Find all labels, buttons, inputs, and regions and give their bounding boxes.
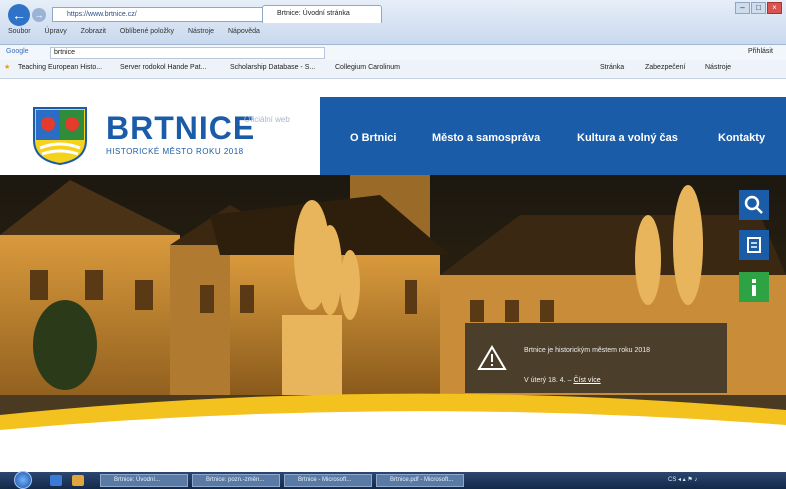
warning-icon (477, 345, 507, 370)
maximize-button[interactable]: □ (751, 2, 766, 14)
favorites-bar: ★ Teaching European Histo... Server rodo… (0, 60, 786, 79)
search-icon (744, 195, 763, 214)
info-icon (752, 279, 756, 296)
menu-item-tools[interactable]: Nástroje (188, 28, 214, 35)
favorites-star-icon[interactable]: ★ (4, 63, 10, 71)
taskbar-window[interactable]: Brtnice - Microsoft... (284, 474, 372, 487)
news-headline: Brtnice je historickým městem roku 2018 (524, 347, 651, 354)
address-bar[interactable]: https://www.brtnice.cz/ (52, 7, 267, 22)
sign-in-link[interactable]: Přihlásit (748, 48, 773, 55)
taskbar-window[interactable]: Brtnice.pdf - Microsoft... (376, 474, 464, 487)
nav-item-about[interactable]: O Brtnici (350, 132, 396, 144)
safety-menu[interactable]: Zabezpečení (645, 64, 685, 71)
search-input[interactable]: brtnice (50, 47, 325, 59)
search-engine-label: Google (6, 48, 29, 55)
browser-tab[interactable]: Brtnice: Úvodní stránka (262, 5, 382, 23)
nav-item-town-council[interactable]: Město a samospráva (432, 132, 540, 144)
site-tagline: Oficiální web (244, 115, 290, 124)
favorite-link[interactable]: Server rodokol Hande Pat... (120, 64, 206, 71)
menu-item-help[interactable]: Nápověda (228, 28, 260, 35)
site-subtitle: HISTORICKÉ MĚSTO ROKU 2018 (106, 147, 244, 156)
taskbar-window[interactable]: Brtnice: Úvodní... (100, 474, 188, 487)
read-more-link[interactable]: Číst více (573, 377, 600, 384)
info-button[interactable] (739, 272, 769, 302)
document-button[interactable] (739, 230, 769, 260)
menu-item-edit[interactable]: Úpravy (45, 28, 67, 35)
menu-bar: Soubor Úpravy Zobrazit Oblíbené položky … (0, 28, 786, 42)
menu-item-view[interactable]: Zobrazit (81, 28, 106, 35)
close-button[interactable]: × (767, 2, 782, 14)
nav-item-contacts[interactable]: Kontakty (718, 132, 765, 144)
window-controls: – □ × (735, 2, 785, 16)
nav-item-culture-leisure[interactable]: Kultura a volný čas (577, 132, 678, 144)
explorer-taskbar-icon[interactable] (72, 475, 84, 486)
page-menu[interactable]: Stránka (600, 64, 624, 71)
hero-night-town-image (0, 175, 786, 450)
favorite-link[interactable]: Teaching European Histo... (18, 64, 102, 71)
hero-banner (0, 175, 786, 450)
ie-taskbar-icon[interactable] (50, 475, 62, 486)
site-title[interactable]: BRTNICE (106, 110, 255, 147)
scroll-down-button[interactable]: ⌄ (384, 412, 412, 448)
system-tray[interactable]: CS ◂ ▴ ⚑ ♪ (668, 474, 778, 487)
search-button[interactable] (739, 190, 769, 220)
menu-item-file[interactable]: Soubor (8, 28, 31, 35)
back-button[interactable]: ← (8, 4, 30, 26)
coat-of-arms-icon[interactable] (30, 106, 90, 166)
menu-item-favorites[interactable]: Oblíbené položky (120, 28, 174, 35)
favorite-link[interactable]: Collegium Carolinum (335, 64, 400, 71)
main-navigation: O Brtnici Město a samospráva Kultura a v… (320, 97, 786, 175)
start-button[interactable] (14, 471, 32, 489)
favorite-link[interactable]: Scholarship Database - S... (230, 64, 315, 71)
news-date: V úterý 18. 4. – (524, 377, 572, 384)
search-toolbar: Google brtnice Přihlásit (0, 45, 786, 61)
tools-menu[interactable]: Nástroje (705, 64, 731, 71)
document-icon (747, 237, 761, 253)
news-text: V úterý 18. 4. – Číst více (524, 377, 601, 384)
taskbar-window[interactable]: Brtnice: pozn.-změn... (192, 474, 280, 487)
forward-button[interactable]: → (32, 8, 46, 22)
minimize-button[interactable]: – (735, 2, 750, 14)
